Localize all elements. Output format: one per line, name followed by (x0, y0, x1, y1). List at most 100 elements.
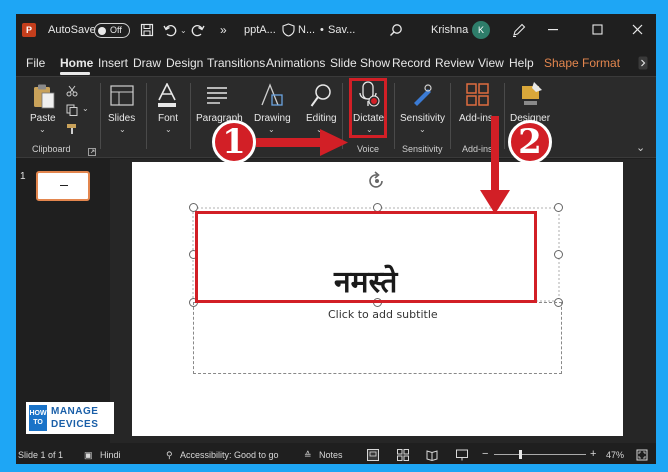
editing-button[interactable]: Editing (306, 113, 337, 124)
accessibility-status[interactable]: Accessibility: Good to go (180, 450, 279, 460)
paste-button[interactable]: Paste (30, 113, 56, 124)
slide-thumbnails-pane: 1 (16, 159, 110, 443)
resize-handle-right[interactable] (554, 250, 563, 259)
save-icon[interactable] (140, 23, 154, 37)
slides-button[interactable]: Slides (108, 113, 135, 124)
language-status[interactable]: Hindi (100, 450, 121, 460)
tab-file[interactable]: File (26, 56, 45, 70)
fit-to-window-icon[interactable] (636, 449, 648, 461)
zoom-slider-track[interactable] (494, 454, 586, 455)
undo-dropdown-icon[interactable]: ⌄ (180, 26, 187, 35)
resize-handle-top-right[interactable] (554, 203, 563, 212)
tab-design[interactable]: Design (166, 56, 203, 70)
sensitivity-label-text[interactable]: N... (298, 14, 315, 46)
clipboard-launcher-icon[interactable] (88, 148, 96, 156)
sensitivity-group-label: Sensitivity (402, 144, 443, 154)
tab-slide-show[interactable]: Slide Show (330, 56, 390, 70)
drawing-button[interactable]: Drawing (254, 113, 291, 124)
zoom-out-button[interactable]: − (482, 448, 488, 460)
format-painter-icon[interactable] (66, 123, 78, 135)
thumbnail-title-mark (60, 185, 68, 186)
arrow-down-icon (480, 116, 510, 214)
ribbon-collapse-icon[interactable]: ⌄ (636, 141, 645, 154)
proofing-language-icon[interactable]: ▣ (84, 450, 93, 461)
maximize-icon[interactable] (592, 24, 604, 36)
notes-icon[interactable]: ≙ (304, 450, 312, 461)
tab-review[interactable]: Review (435, 56, 474, 70)
designer-icon[interactable] (520, 81, 544, 107)
autosave-toggle[interactable]: Off (94, 23, 130, 38)
powerpoint-window: P AutoSave Off ⌄ » pptA... N... • Sav... (16, 14, 656, 464)
tab-shape-format[interactable]: Shape Format (544, 56, 620, 70)
redo-icon[interactable] (190, 22, 206, 38)
slide-counter: Slide 1 of 1 (18, 450, 64, 460)
font-dropdown-icon[interactable]: ⌄ (165, 125, 172, 134)
pen-icon[interactable] (511, 22, 527, 38)
bullet-separator: • (320, 24, 324, 36)
more-commands-icon[interactable]: » (220, 14, 227, 46)
user-name[interactable]: Krishna (431, 14, 468, 46)
minimize-icon[interactable] (548, 29, 560, 31)
tab-insert[interactable]: Insert (98, 56, 128, 70)
reading-view-icon[interactable] (426, 449, 438, 461)
paragraph-icon[interactable] (206, 85, 228, 105)
rotate-handle-icon[interactable] (366, 170, 388, 192)
voice-group-label: Voice (357, 144, 380, 154)
sensitivity-icon[interactable] (410, 83, 434, 107)
zoom-in-button[interactable]: + (590, 448, 596, 460)
subtitle-placeholder-text: Click to add subtitle (328, 308, 438, 321)
sensitivity-label-icon[interactable] (282, 23, 295, 37)
font-icon[interactable] (156, 83, 178, 109)
tab-record[interactable]: Record (392, 56, 431, 70)
cut-icon[interactable] (66, 85, 78, 97)
file-name[interactable]: pptA... (244, 14, 276, 46)
add-ins-icon[interactable] (466, 83, 490, 107)
active-tab-indicator (60, 72, 90, 75)
logo-wordmark: MANAGE DEVICES (51, 405, 98, 431)
copy-icon[interactable] (66, 104, 78, 116)
slide-thumbnail[interactable] (36, 171, 90, 201)
ribbon-separator (394, 83, 395, 149)
accessibility-icon[interactable]: ⚲ (166, 450, 173, 461)
drawing-icon[interactable] (260, 83, 284, 109)
tab-help[interactable]: Help (509, 56, 534, 70)
paste-dropdown-icon[interactable]: ⌄ (39, 125, 46, 134)
slides-dropdown-icon[interactable]: ⌄ (119, 125, 126, 134)
arrow-right-icon (256, 129, 348, 156)
save-status[interactable]: Sav... (328, 14, 355, 46)
slide-sorter-icon[interactable] (397, 449, 409, 461)
avatar[interactable]: K (472, 21, 490, 39)
paste-icon[interactable] (32, 83, 56, 111)
ribbon-separator (190, 83, 191, 149)
slide-show-icon[interactable] (456, 449, 468, 461)
tab-view[interactable]: View (478, 56, 504, 70)
zoom-level[interactable]: 47% (606, 450, 624, 460)
notes-button[interactable]: Notes (319, 450, 343, 460)
tab-animations[interactable]: Animations (266, 56, 325, 70)
clipboard-group-label: Clipboard (32, 144, 71, 154)
close-icon[interactable] (632, 24, 644, 36)
logo-manage-text: MANAGE (51, 406, 99, 417)
sensitivity-dropdown-icon[interactable]: ⌄ (419, 125, 426, 134)
zoom-slider-thumb[interactable] (519, 450, 522, 459)
tab-draw[interactable]: Draw (133, 56, 161, 70)
search-icon[interactable] (389, 23, 403, 37)
dictate-highlight-box (349, 78, 387, 138)
editing-search-icon[interactable] (310, 83, 332, 109)
copy-dropdown-icon[interactable]: ⌄ (82, 104, 89, 113)
toggle-knob (98, 27, 106, 35)
font-button[interactable]: Font (158, 113, 178, 124)
tab-transitions[interactable]: Transitions (207, 56, 265, 70)
tabs-scroll-right-icon[interactable] (638, 56, 648, 70)
normal-view-icon[interactable] (367, 449, 379, 461)
ribbon-separator (450, 83, 451, 149)
sensitivity-button[interactable]: Sensitivity (400, 113, 445, 124)
autosave-label: AutoSave (48, 24, 96, 36)
step-1-badge: 1 (212, 120, 256, 164)
logo-to-text: TO (33, 419, 43, 426)
tab-home[interactable]: Home (60, 56, 93, 70)
undo-icon[interactable] (162, 22, 178, 38)
title-highlight-box (195, 211, 537, 303)
how-to-manage-devices-logo: HOW TO MANAGE DEVICES (26, 402, 114, 434)
slides-icon[interactable] (110, 85, 134, 107)
